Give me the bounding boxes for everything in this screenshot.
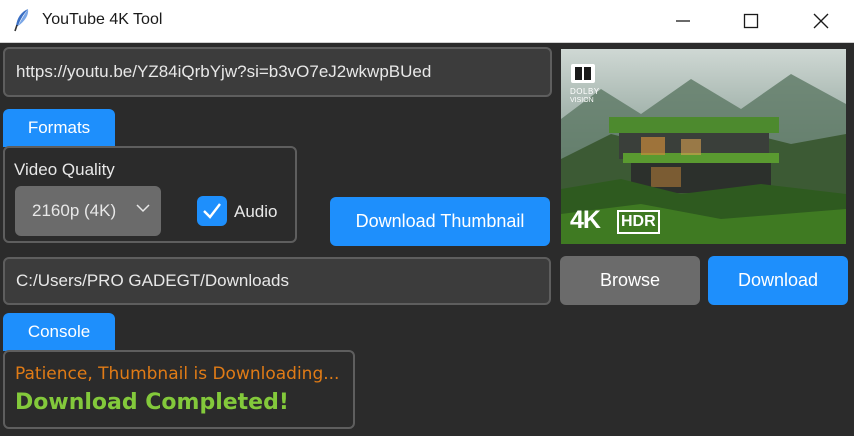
browse-label: Browse [599,270,661,290]
dolby-text-line1: DOLBY [570,87,600,96]
download-button[interactable]: Download [708,256,848,305]
save-path-input[interactable]: C:/Users/PRO GADEGT/Downloads [3,257,551,305]
download-thumbnail-label: Download Thumbnail [355,211,525,231]
tab-formats[interactable]: Formats [3,109,115,147]
tab-console-label: Console [27,322,91,341]
close-icon [813,13,829,29]
feather-icon [12,8,34,32]
badge-4k: 4K [570,206,601,234]
dolby-text-line2: VISION [570,97,594,104]
video-quality-label: Video Quality [14,160,115,179]
formats-panel: Video Quality 2160p (4K) Audio [3,146,297,243]
video-thumbnail: DOLBY VISION 4K HDR [561,49,846,244]
video-quality-value: 2160p (4K) [32,201,117,220]
console-success-line: Download Completed! [15,390,289,415]
tab-formats-label: Formats [27,118,91,137]
save-path-value: C:/Users/PRO GADEGT/Downloads [16,271,290,290]
maximize-icon [743,13,759,29]
tab-console[interactable]: Console [3,313,115,351]
url-input-value: https://youtu.be/YZ84iQrbYjw?si=b3vO7eJ2… [16,62,432,81]
title-bar: YouTube 4K Tool [0,0,854,43]
console-panel: Patience, Thumbnail is Downloading... Do… [3,350,355,429]
maximize-button[interactable] [716,0,786,42]
thumbnail-image [561,49,846,244]
video-quality-select[interactable]: 2160p (4K) [15,186,161,236]
checkmark-icon [203,203,221,219]
url-input[interactable]: https://youtu.be/YZ84iQrbYjw?si=b3vO7eJ2… [3,47,552,97]
badge-hdr: HDR [617,210,660,234]
minimize-button[interactable] [648,0,718,42]
chevron-down-icon [136,204,150,213]
download-label: Download [737,270,819,290]
download-thumbnail-button[interactable]: Download Thumbnail [330,197,550,246]
minimize-icon [676,20,690,22]
console-status-line: Patience, Thumbnail is Downloading... [15,364,340,384]
audio-label: Audio [234,202,278,221]
audio-checkbox[interactable] [197,196,227,226]
window-title: YouTube 4K Tool [42,11,163,28]
browse-button[interactable]: Browse [560,256,700,305]
close-button[interactable] [786,0,854,42]
